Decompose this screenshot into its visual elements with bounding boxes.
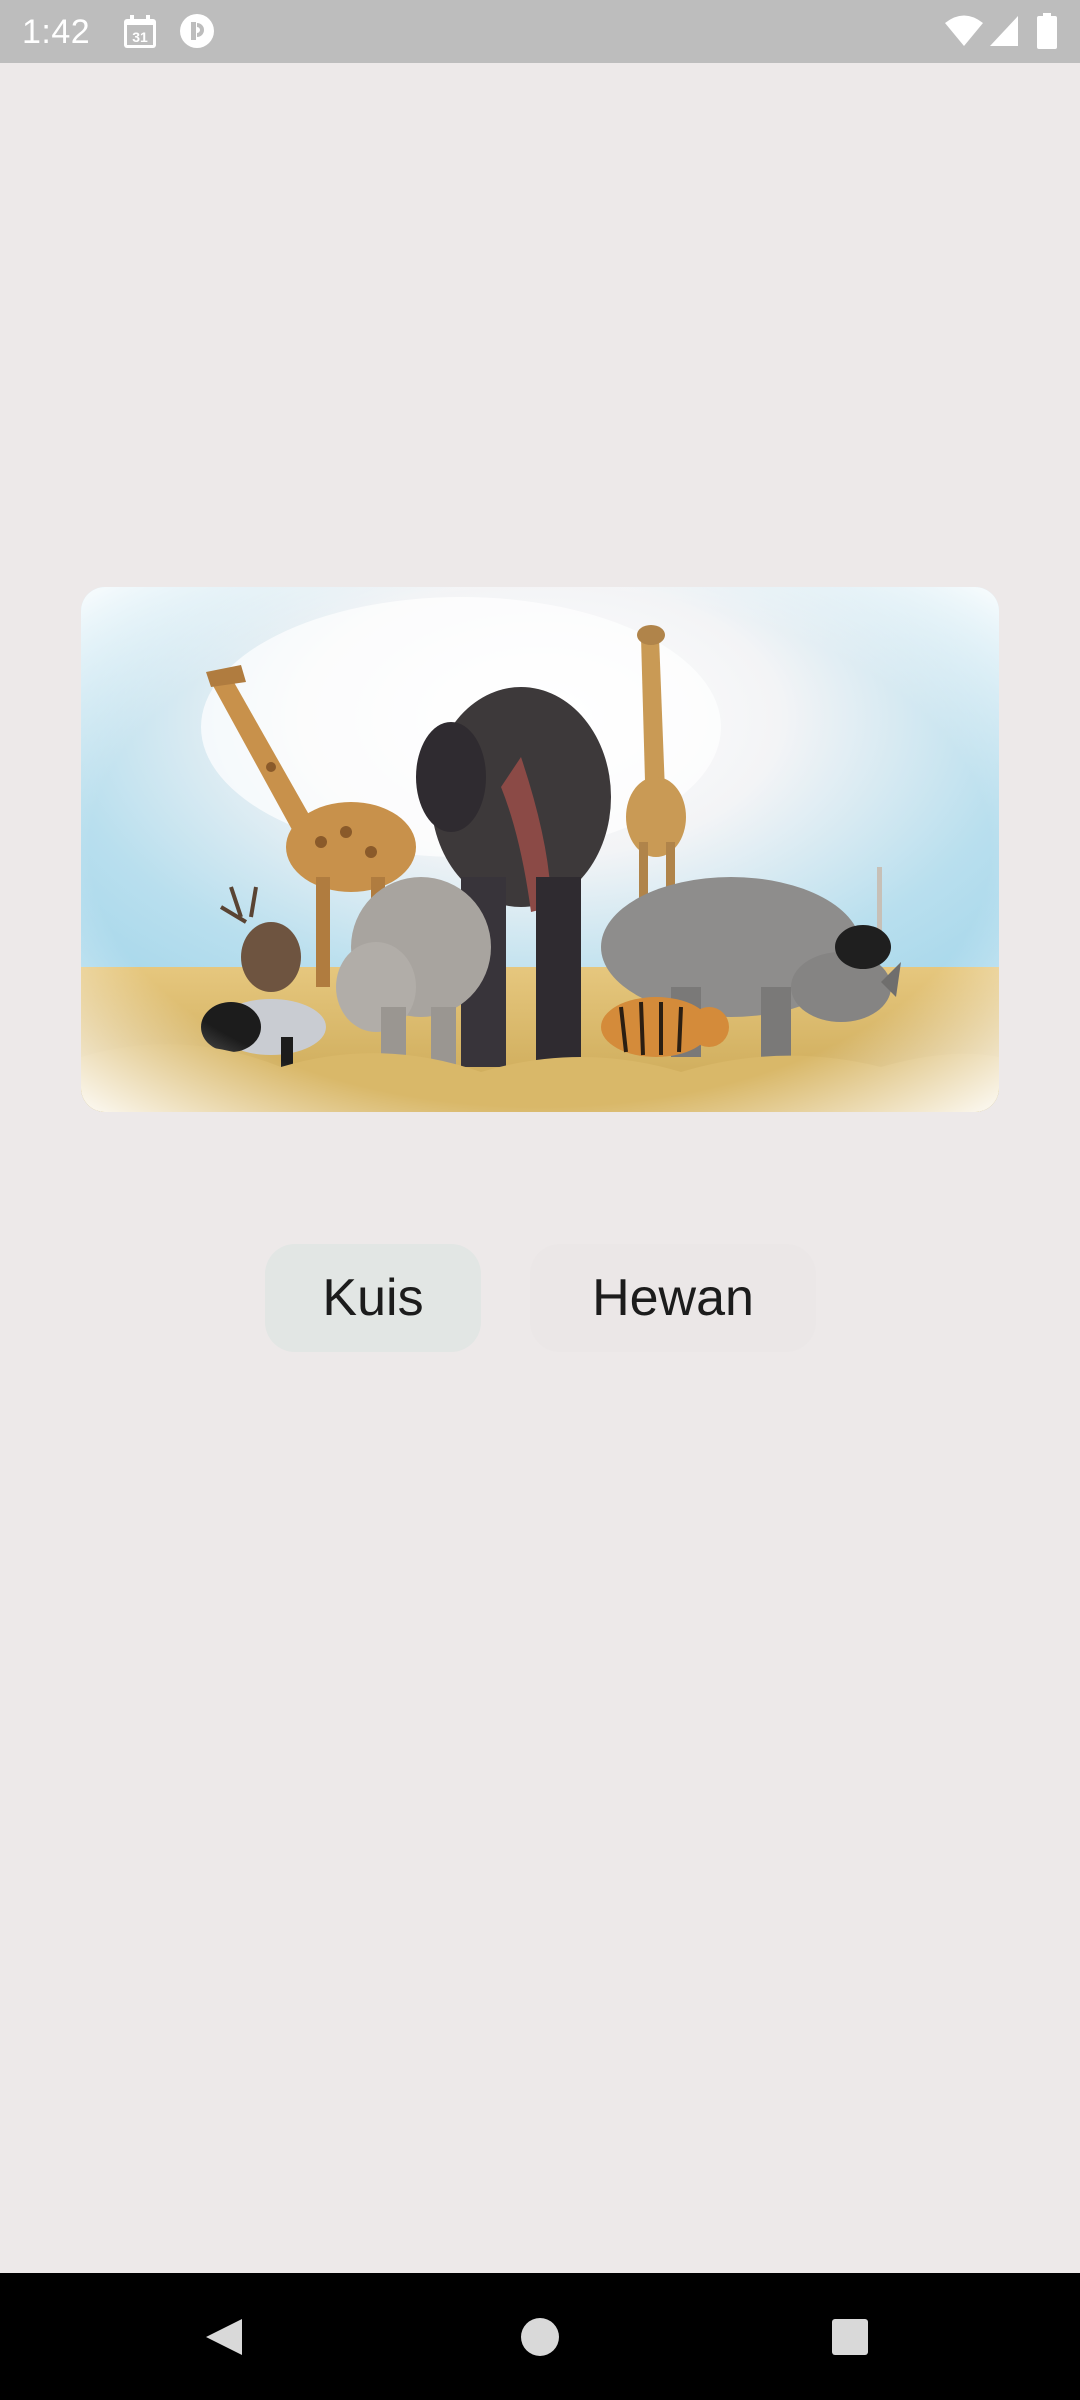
battery-icon [1037, 13, 1057, 49]
wild-animals-image [81, 587, 999, 1112]
navigation-bar [0, 2273, 1080, 2400]
home-icon[interactable] [518, 2315, 562, 2359]
animals-button[interactable]: Hewan [530, 1244, 816, 1352]
status-time: 1:42 [22, 13, 91, 51]
cloud-app-icon [180, 14, 214, 48]
calendar-icon: 31 [124, 15, 156, 48]
recents-icon[interactable] [830, 2317, 870, 2357]
quiz-button[interactable]: Kuis [265, 1244, 481, 1352]
calendar-day: 31 [132, 29, 148, 45]
status-bar: 1:42 31 [0, 0, 1080, 63]
wild-animals-illustration [81, 587, 999, 1112]
signal-icon [990, 16, 1018, 46]
wifi-icon [945, 15, 983, 46]
back-icon[interactable] [202, 2315, 246, 2359]
menu-buttons: Kuis Hewan [0, 1244, 1080, 1354]
